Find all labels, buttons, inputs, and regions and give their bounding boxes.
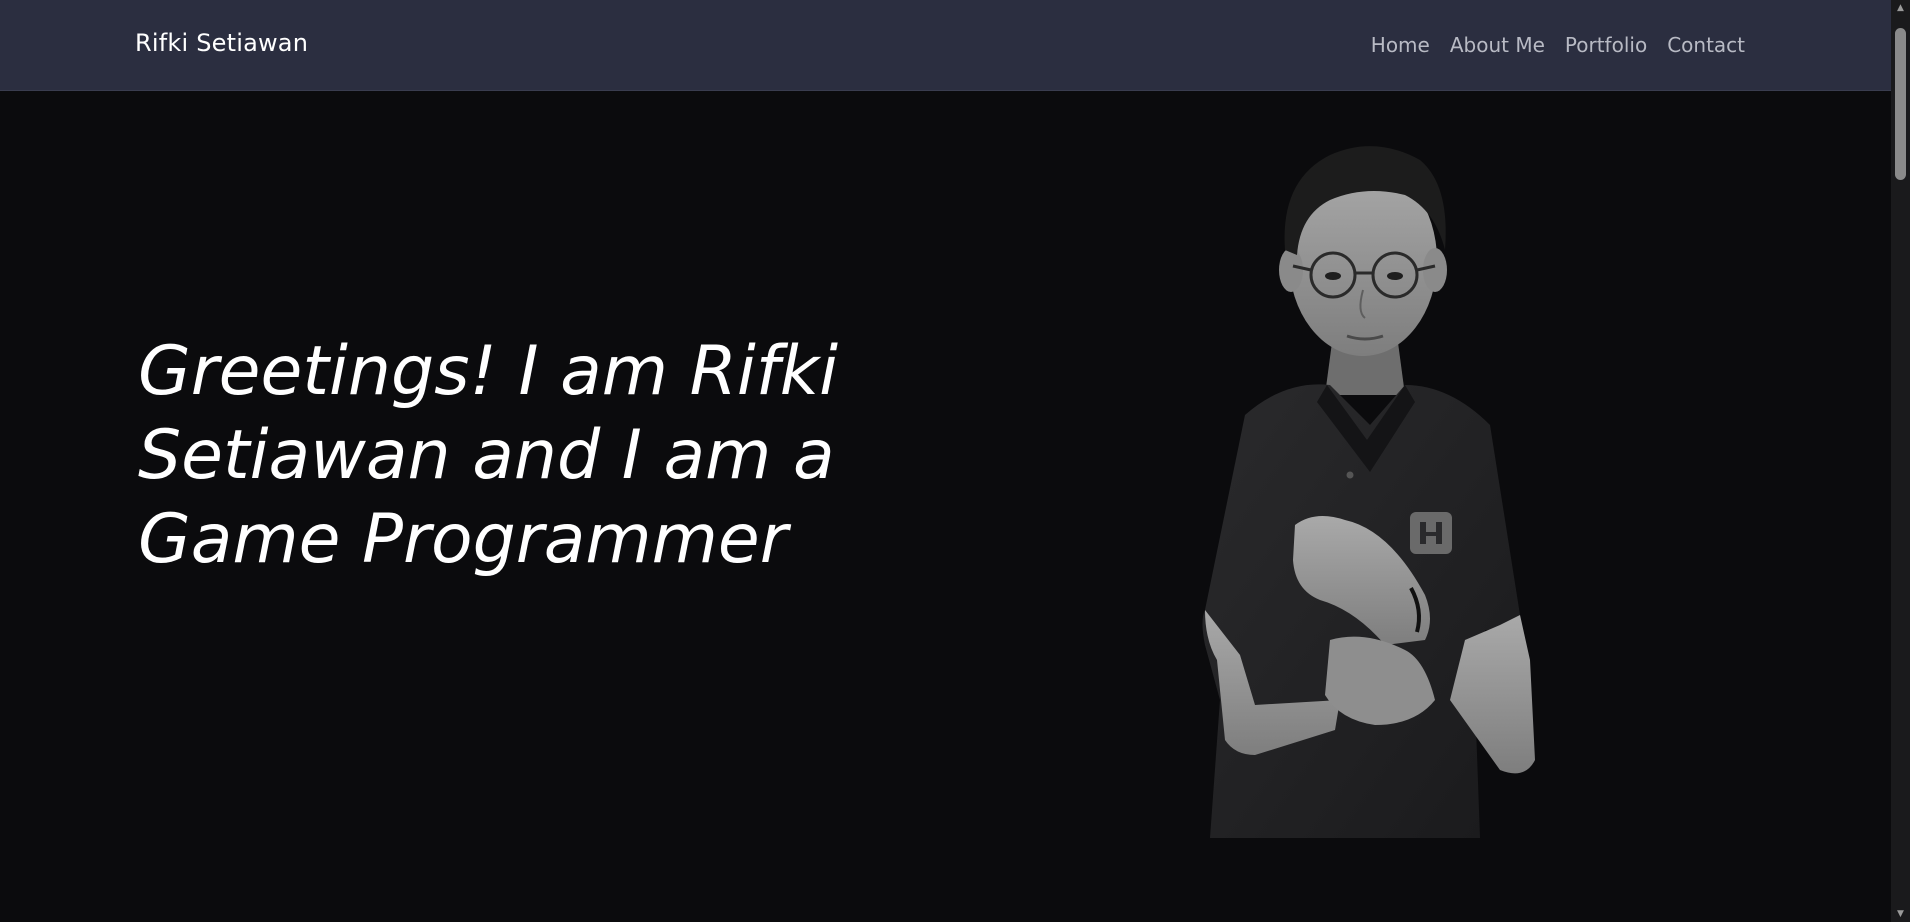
nav-link-contact[interactable]: Contact xyxy=(1667,33,1745,57)
nav-link-about-me[interactable]: About Me xyxy=(1450,33,1545,57)
scroll-up-arrow-icon[interactable]: ▲ xyxy=(1891,0,1910,16)
scroll-down-arrow-icon[interactable]: ▼ xyxy=(1891,906,1910,922)
page-scrollbar[interactable]: ▲ ▼ xyxy=(1891,0,1910,922)
brand-link[interactable]: Rifki Setiawan xyxy=(135,29,308,57)
nav-links: Home About Me Portfolio Contact xyxy=(1371,33,1745,57)
navbar: Rifki Setiawan Home About Me Portfolio C… xyxy=(0,0,1891,91)
page: Rifki Setiawan Home About Me Portfolio C… xyxy=(0,0,1891,922)
portrait-photo xyxy=(1202,146,1535,838)
nav-link-home[interactable]: Home xyxy=(1371,33,1430,57)
nav-link-portfolio[interactable]: Portfolio xyxy=(1565,33,1647,57)
scrollbar-thumb[interactable] xyxy=(1895,28,1906,180)
hero-heading: Greetings! I am Rifki Setiawan and I am … xyxy=(138,332,838,579)
